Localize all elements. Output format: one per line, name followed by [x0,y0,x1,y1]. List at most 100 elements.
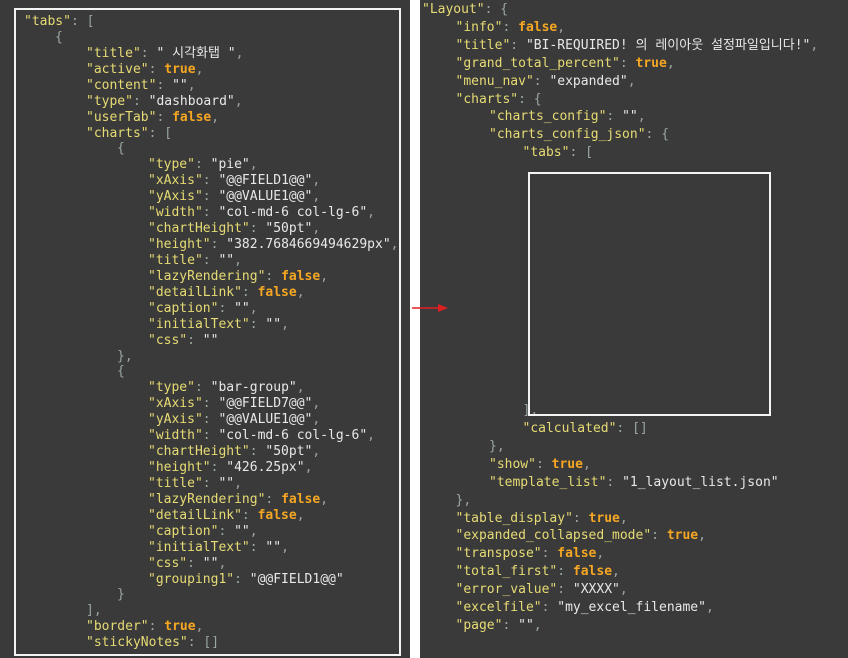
code-line: { [117,364,125,380]
code-line: "info": false, [456,20,566,36]
json-punctuation: : [502,617,519,633]
json-key: "grand_total_percent" [455,55,620,71]
json-punctuation: : { [518,91,542,107]
code-line: { [55,30,63,46]
code-line: "charts_config": "", [489,109,646,125]
json-boolean: true [666,528,699,544]
code-line: { [117,141,125,157]
json-key: "height" [148,237,211,253]
json-key: "border" [86,619,149,635]
json-key: "yAxis" [148,412,203,428]
json-boolean: true [635,55,667,71]
json-punctuation: : [156,109,173,125]
json-punctuation: , [637,109,646,125]
code-line: "show": true, [489,457,591,473]
json-key: "yAxis" [148,189,203,205]
code-line: "css": "", [148,556,226,572]
code-line: } [117,587,125,603]
code-line: "active": true, [86,62,203,78]
json-key: "type" [148,380,195,396]
code-line: "error_value": "XXXX", [456,582,628,598]
json-punctuation: , [312,189,321,205]
arrow-right-icon [412,304,448,312]
json-punctuation: , [218,555,227,571]
code-line: "expanded_collapsed_mode": true, [456,528,706,544]
json-punctuation: : [140,45,157,61]
json-string: "BI-REQUIRED! 의 레이아웃 설정파일입니다!" [525,37,811,53]
json-key: "lazyRendering" [148,268,266,284]
code-line: "title": "", [148,476,242,492]
json-punctuation: , [195,61,204,77]
json-punctuation: : [249,539,266,555]
json-string: "" [265,316,282,332]
code-line: "grouping1": "@@FIELD1@@" [148,572,344,588]
json-punctuation: { [55,29,63,45]
json-key: "css" [148,555,188,571]
json-key: "chartHeight" [148,221,250,237]
json-punctuation: : [218,523,235,539]
json-punctuation: , [312,396,321,412]
json-string: "" [622,109,638,125]
code-line: "title": "BI-REQUIRED! 의 레이아웃 설정파일입니다!", [456,38,819,54]
json-boolean: true [164,619,196,635]
json-punctuation: : [ [148,125,173,141]
code-line: "lazyRendering": false, [148,492,328,508]
json-punctuation: : [249,221,266,237]
code-line: "detailLink": false, [148,508,305,524]
json-punctuation: , [312,221,321,237]
json-key: "initialText" [148,316,250,332]
json-string: "XXXX" [572,582,620,598]
json-punctuation: : [202,173,219,189]
json-boolean: false [257,507,297,523]
json-punctuation: ], [522,403,539,419]
json-string: "@@VALUE1@@" [218,189,313,205]
json-boolean: false [281,491,321,507]
code-line: "charts": [ [86,126,172,142]
code-line: }, [489,439,505,455]
json-key: "width" [148,428,203,444]
json-key: "menu_nav" [455,73,534,89]
json-punctuation: : [132,93,149,109]
code-line: "charts": { [456,92,542,108]
json-key: "initialText" [148,539,250,555]
code-line: "detailLink": false, [148,285,305,301]
json-punctuation: : [265,268,282,284]
code-line: }, [456,493,472,509]
json-key: "height" [148,460,211,476]
json-boolean: false [518,19,558,35]
json-punctuation: : [210,237,227,253]
json-string: "my_excel_filename" [557,600,706,615]
json-string: "" [518,617,534,633]
left-code-panel: "tabs" : [ { "title": " 시각화탭 ", "active": tr… [0,0,410,658]
json-key: "title" [148,475,203,491]
code-line: "initialText": "", [148,540,289,556]
json-string: "" [234,300,250,316]
json-punctuation: }, [455,492,472,508]
code-line: "chartHeight": "50pt", [148,221,320,237]
json-string: "@@VALUE1@@" [218,412,313,428]
json-punctuation: , [195,619,204,635]
json-punctuation: : [202,189,219,205]
json-string: "pie" [210,157,250,173]
json-punctuation: : [187,332,203,348]
json-punctuation: : [218,300,235,316]
json-punctuation: , [304,460,313,476]
code-line: "title": " 시각화탭 ", [86,46,243,62]
json-punctuation: : [202,396,219,412]
json-punctuation: , [249,300,258,316]
json-key: "info" [455,19,503,35]
json-punctuation: : [] [616,421,648,436]
json-key: "show" [489,456,536,472]
json-punctuation: , [627,73,636,89]
json-string: "50pt" [265,221,313,237]
json-punctuation: , [367,205,375,221]
code-line: "menu_nav": "expanded", [456,74,636,90]
json-punctuation: : [194,157,211,173]
json-string: "dashboard" [148,93,235,109]
json-string: "col-md-6 col-lg-6" [218,205,368,221]
json-punctuation: , [211,109,220,125]
json-key: "tabs" [24,14,71,29]
json-key: "template_list" [489,474,607,490]
json-punctuation: , [281,316,289,332]
json-punctuation: : [510,37,526,53]
